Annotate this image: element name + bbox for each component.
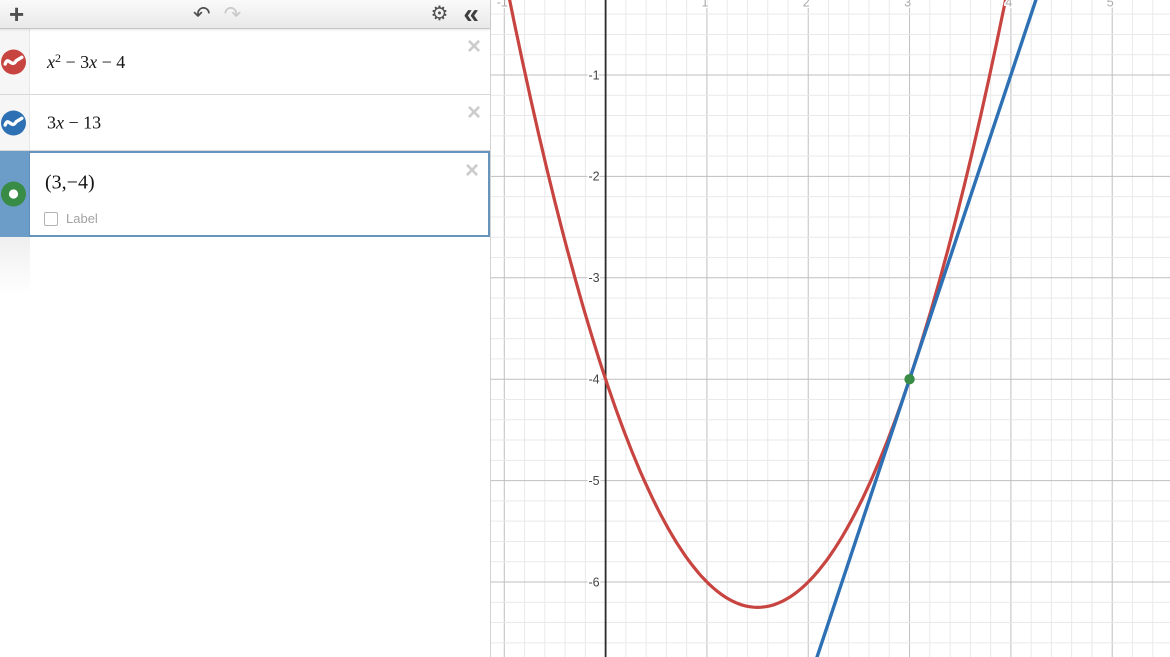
expression-content[interactable]: x2 − 3x − 4 ×	[30, 29, 490, 94]
close-icon[interactable]: ×	[465, 159, 479, 183]
expression-row[interactable]: x2 − 3x − 4 ×	[0, 29, 490, 95]
expression-sidebar: + ↶ ↷ ⚙ « x2 − 3x − 4 ×	[0, 0, 490, 657]
svg-text:5: 5	[1107, 0, 1114, 10]
expression-gutter	[0, 29, 30, 94]
label-checkbox[interactable]	[44, 212, 58, 226]
expression-content[interactable]: 3x − 13 ×	[30, 95, 490, 150]
curve-color-icon[interactable]	[0, 109, 27, 136]
empty-expression-area[interactable]	[0, 237, 490, 657]
label-checkbox-row[interactable]: Label	[44, 211, 98, 226]
redo-icon: ↷	[224, 4, 242, 25]
svg-text:-2: -2	[588, 170, 599, 184]
sidebar-toolbar: + ↶ ↷ ⚙ «	[0, 0, 490, 29]
expression-text: (3,−4)	[45, 172, 95, 195]
svg-text:-6: -6	[588, 575, 599, 589]
add-expression-button[interactable]: +	[9, 3, 24, 25]
expression-gutter	[0, 151, 30, 237]
graphing-calculator-app: + ↶ ↷ ⚙ « x2 − 3x − 4 ×	[0, 0, 1170, 657]
svg-text:-4: -4	[588, 373, 599, 387]
graph-plot[interactable]: -1 -2 -3 -4 -5 -6 -1 1 2 3 4 5	[491, 0, 1170, 657]
expression-text: 3x − 13	[47, 112, 101, 133]
expression-row-selected[interactable]: (3,−4) × Label	[0, 151, 490, 237]
svg-text:-1: -1	[588, 68, 599, 82]
expression-gutter	[0, 95, 30, 150]
svg-text:1: 1	[701, 0, 708, 10]
expression-row[interactable]: 3x − 13 ×	[0, 95, 490, 151]
undo-icon[interactable]: ↶	[193, 4, 211, 25]
svg-text:3: 3	[904, 0, 911, 10]
expression-text: x2 − 3x − 4	[47, 51, 125, 73]
gutter-fade	[0, 237, 30, 295]
svg-text:-3: -3	[588, 271, 599, 285]
point-color-icon[interactable]	[0, 181, 27, 208]
svg-text:2: 2	[803, 0, 810, 10]
expression-content[interactable]: (3,−4) × Label	[30, 151, 490, 237]
label-checkbox-text: Label	[66, 211, 98, 226]
close-icon[interactable]: ×	[467, 35, 481, 59]
svg-text:4: 4	[1005, 0, 1012, 10]
collapse-panel-icon[interactable]: «	[463, 4, 479, 24]
graph-canvas[interactable]: -1 -2 -3 -4 -5 -6 -1 1 2 3 4 5	[490, 0, 1170, 657]
gear-icon[interactable]: ⚙	[430, 4, 448, 24]
svg-text:-1: -1	[497, 0, 508, 10]
curve-color-icon[interactable]	[0, 48, 27, 75]
svg-text:-5: -5	[588, 474, 599, 488]
close-icon[interactable]: ×	[467, 101, 481, 125]
